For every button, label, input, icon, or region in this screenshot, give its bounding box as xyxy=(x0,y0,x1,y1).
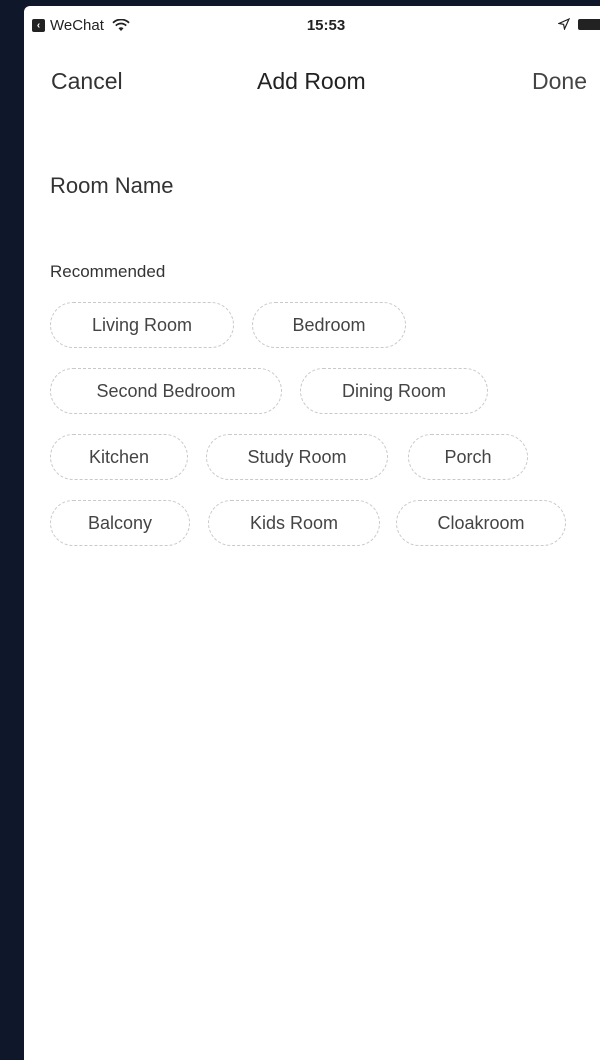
chip-living-room[interactable]: Living Room xyxy=(50,302,234,348)
chip-cloakroom[interactable]: Cloakroom xyxy=(396,500,566,546)
chip-second-bedroom[interactable]: Second Bedroom xyxy=(50,368,282,414)
navigation-bar: Cancel Add Room Done xyxy=(24,58,600,106)
cancel-button[interactable]: Cancel xyxy=(51,68,123,95)
room-name-input[interactable] xyxy=(50,166,570,206)
chip-dining-room[interactable]: Dining Room xyxy=(300,368,488,414)
status-right-icons xyxy=(558,18,600,30)
app-screen: ‹ WeChat 15:53 Cancel Add Room Done Reco… xyxy=(24,6,600,1060)
recommended-label: Recommended xyxy=(50,262,166,281)
chip-porch[interactable]: Porch xyxy=(408,434,528,480)
battery-icon xyxy=(578,18,600,30)
chip-bedroom[interactable]: Bedroom xyxy=(252,302,406,348)
status-time: 15:53 xyxy=(306,17,346,34)
chip-kitchen[interactable]: Kitchen xyxy=(50,434,188,480)
done-button[interactable]: Done xyxy=(532,68,587,95)
page-title: Add Room xyxy=(257,68,366,94)
chip-kids-room[interactable]: Kids Room xyxy=(208,500,380,546)
chip-study-room[interactable]: Study Room xyxy=(206,434,388,480)
location-icon xyxy=(558,18,570,30)
status-bar: ‹ WeChat 15:53 xyxy=(24,6,600,42)
chip-balcony[interactable]: Balcony xyxy=(50,500,190,546)
